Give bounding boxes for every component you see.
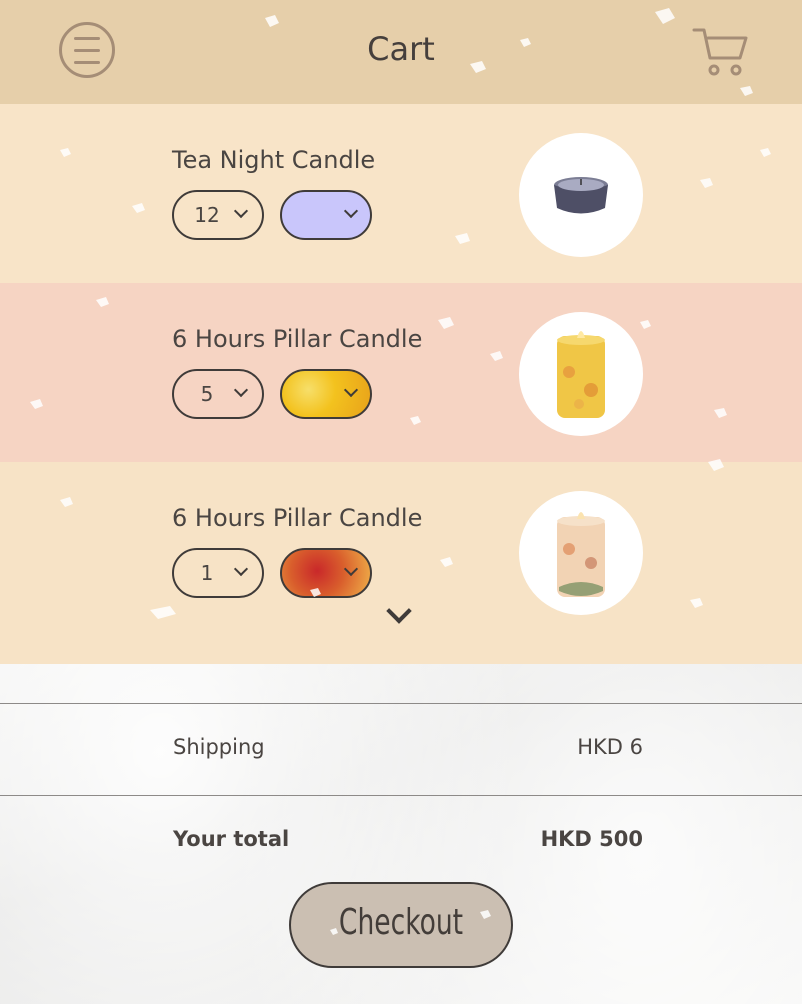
item-name: Tea Night Candle bbox=[172, 146, 376, 174]
divider bbox=[0, 703, 802, 704]
floral-pillar-candle-photo bbox=[519, 491, 643, 615]
quantity-value: 12 bbox=[194, 203, 220, 227]
divider bbox=[0, 795, 802, 796]
chevron-down-icon bbox=[343, 203, 359, 219]
quantity-select[interactable]: 1 bbox=[172, 548, 264, 598]
total-label: Your total bbox=[173, 827, 290, 851]
checkout-button[interactable]: Checkout bbox=[289, 882, 513, 968]
cart-item-3: 6 Hours Pillar Candle 1 bbox=[0, 462, 802, 664]
show-more-chevron-icon[interactable] bbox=[386, 598, 412, 624]
page-title: Cart bbox=[367, 30, 435, 68]
quantity-value: 1 bbox=[200, 561, 214, 585]
checkout-label: Checkout bbox=[338, 902, 464, 943]
color-select[interactable] bbox=[280, 548, 372, 598]
quantity-value: 5 bbox=[200, 382, 214, 406]
item-name: 6 Hours Pillar Candle bbox=[172, 504, 423, 532]
yellow-pillar-candle-photo bbox=[519, 312, 643, 436]
cart-item-2: 6 Hours Pillar Candle 5 bbox=[0, 283, 802, 462]
header-bar: Cart bbox=[0, 0, 802, 104]
color-select[interactable] bbox=[280, 369, 372, 419]
chevron-down-icon bbox=[343, 382, 359, 398]
shipping-label: Shipping bbox=[173, 735, 265, 759]
chevron-down-icon bbox=[343, 561, 359, 577]
quantity-select[interactable]: 12 bbox=[172, 190, 264, 240]
item-name: 6 Hours Pillar Candle bbox=[172, 325, 423, 353]
cart-icon[interactable] bbox=[692, 24, 750, 80]
color-select[interactable] bbox=[280, 190, 372, 240]
total-value: HKD 500 bbox=[540, 827, 643, 851]
tealight-candle-photo bbox=[519, 133, 643, 257]
quantity-select[interactable]: 5 bbox=[172, 369, 264, 419]
shipping-value: HKD 6 bbox=[577, 735, 643, 759]
cart-item-1: Tea Night Candle 12 bbox=[0, 104, 802, 283]
